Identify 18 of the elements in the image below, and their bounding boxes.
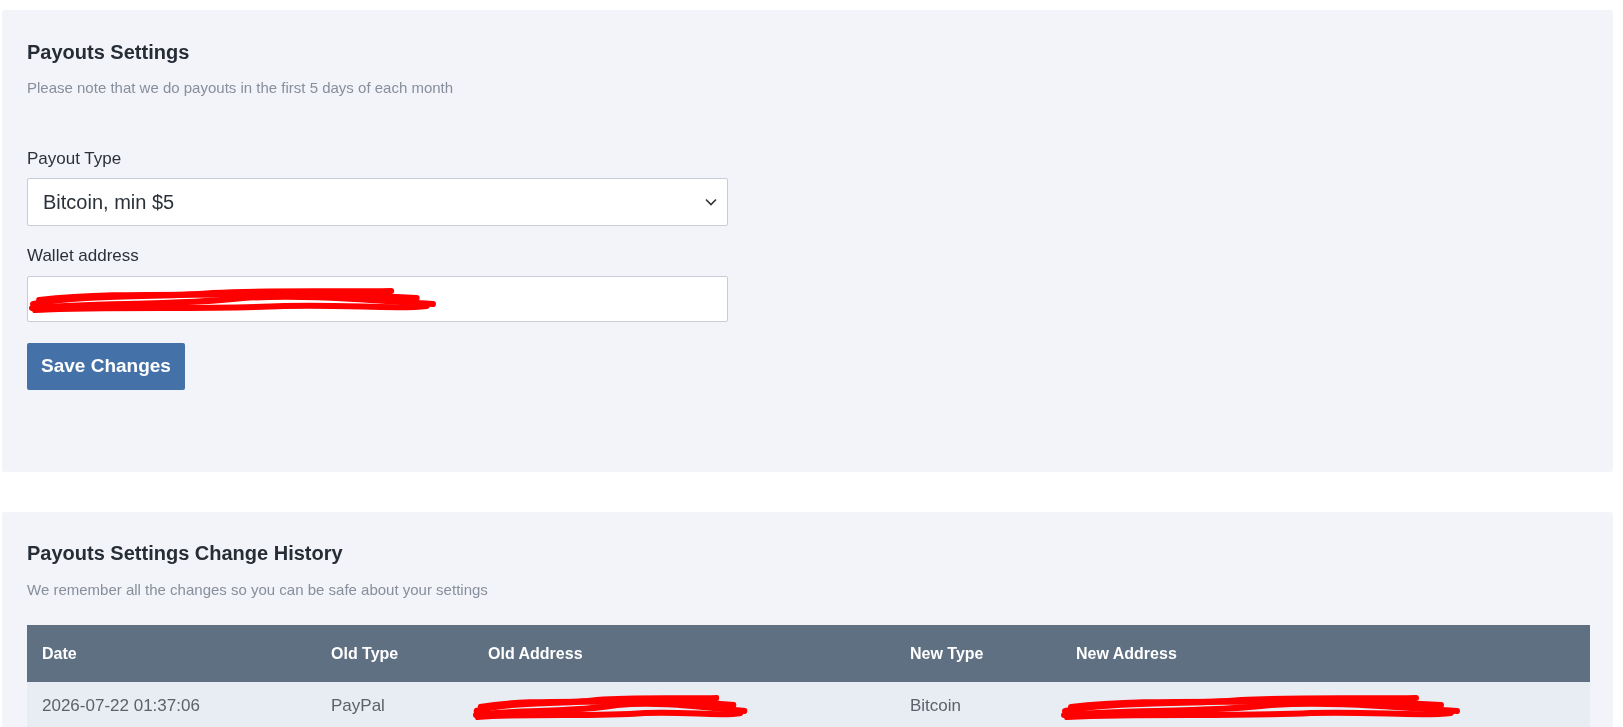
column-header: Date [42, 643, 77, 664]
payout-type-select[interactable]: Bitcoin, min $5 [27, 178, 728, 226]
column-header: Old Type [331, 643, 399, 664]
card-subtitle: We remember all the changes so you can be safe about your settings [27, 580, 488, 600]
field-label: Payout Type [27, 148, 122, 170]
table-cell-text: Bitcoin [910, 694, 962, 717]
wallet-address-field[interactable] [27, 276, 728, 322]
column-header: Old Address [488, 643, 583, 664]
chevron-down-icon [705, 198, 717, 206]
field-label: Wallet address [27, 245, 139, 267]
card-subtitle: Please note that we do payouts in the first 5 days of each month [27, 78, 454, 98]
table-cell-text: 2026-07-22 01:37:06 [42, 694, 200, 717]
column-header: New Address [1076, 643, 1177, 664]
card-title: Payouts Settings [27, 40, 190, 64]
card-title: Payouts Settings Change History [27, 541, 343, 565]
column-header: New Type [910, 643, 984, 664]
table-cell-text: PayPal [331, 694, 385, 717]
save-changes-button[interactable]: Save Changes [27, 343, 185, 390]
